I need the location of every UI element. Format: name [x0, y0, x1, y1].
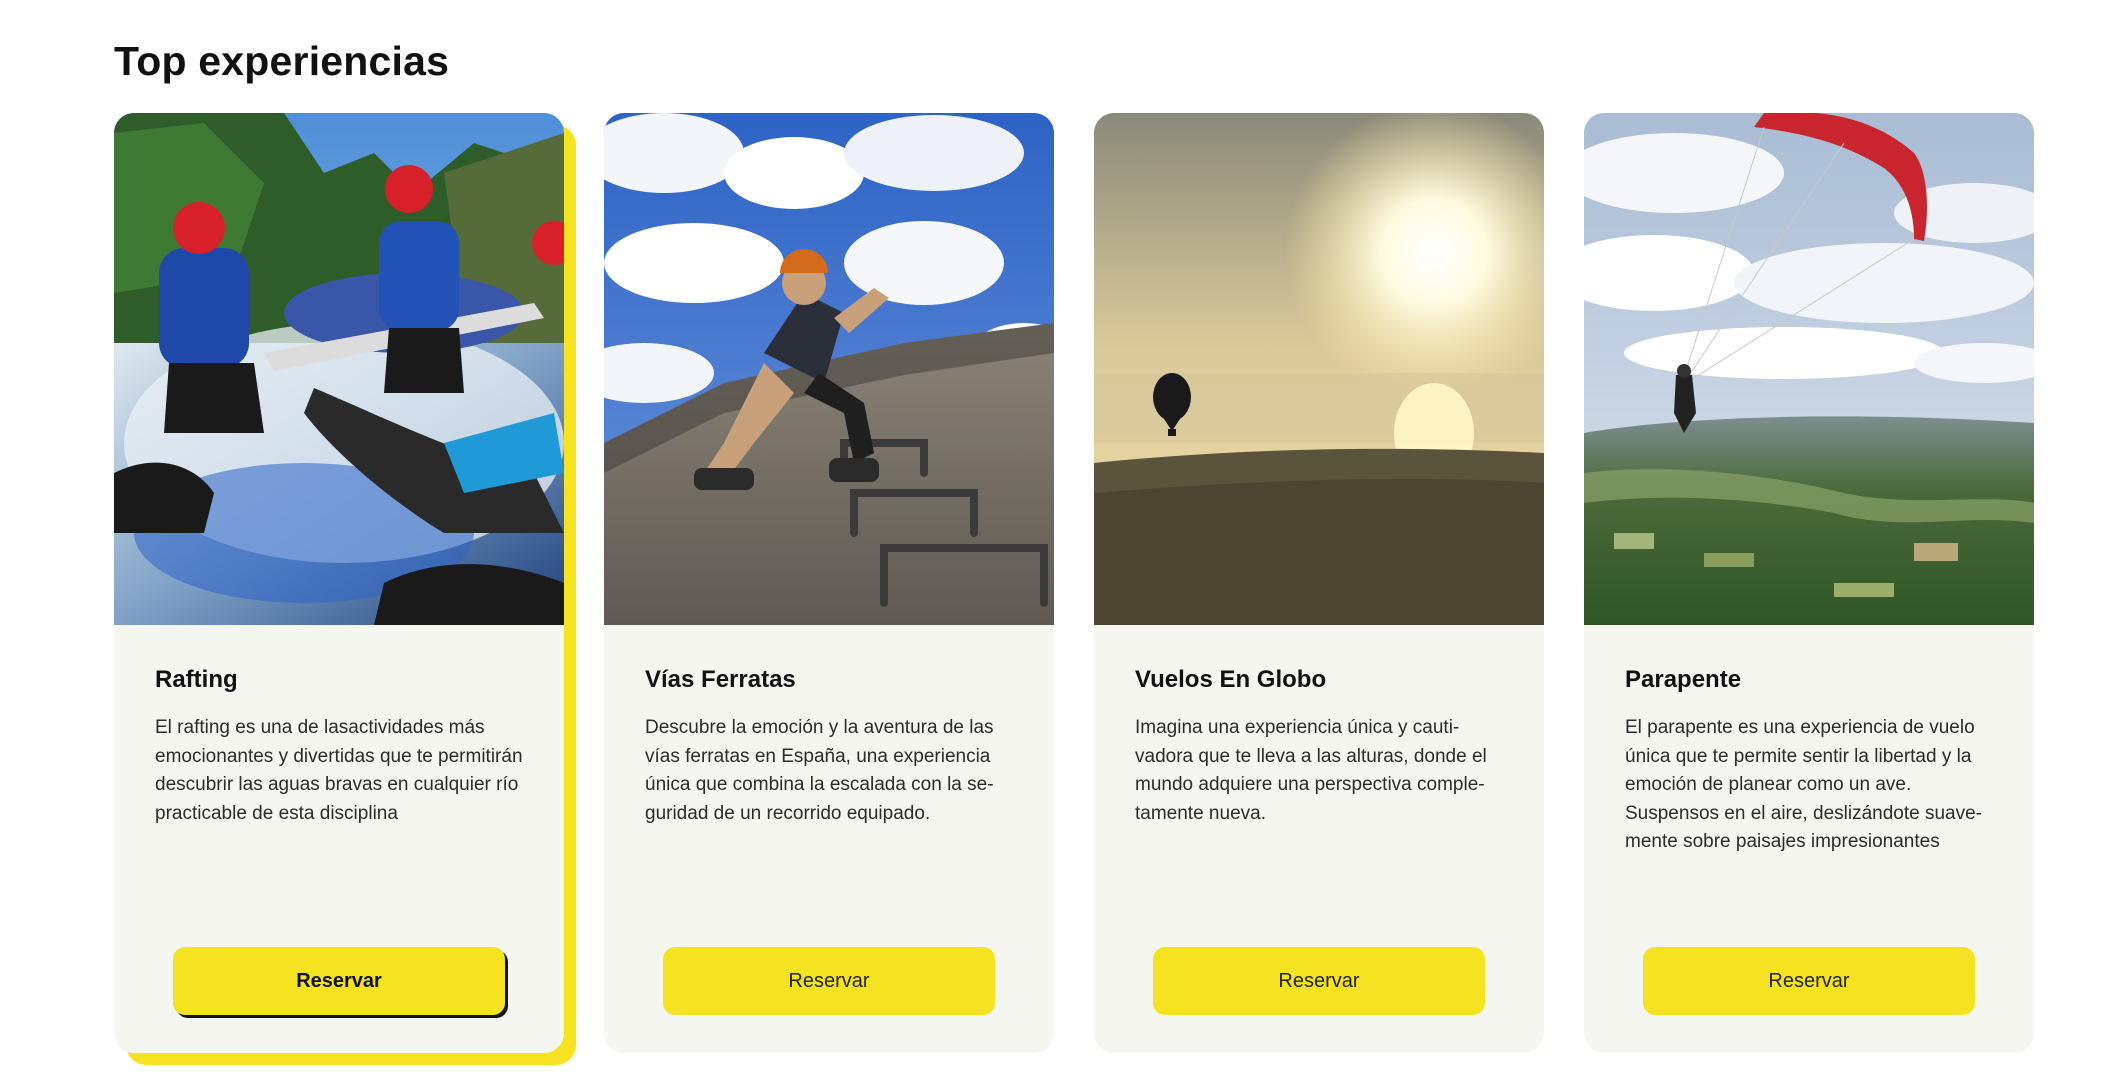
card-description: El rafting es una de lasactividades más … [155, 717, 523, 824]
via-ferrata-photo [604, 113, 1054, 625]
experience-card-parapente[interactable]: Parapente El parapente es una experienci… [1584, 113, 2034, 1053]
card-description: Imagina una experiencia única y cauti-va… [1135, 717, 1487, 824]
paragliding-photo [1584, 113, 2034, 625]
card-title: Vuelos En Globo [1135, 666, 1327, 693]
balloon-photo [1094, 113, 1544, 625]
rafting-photo [114, 113, 564, 625]
card-title: Rafting [155, 666, 238, 693]
experience-card-vias-ferratas[interactable]: Vías Ferratas Descubre la emoción y la a… [604, 113, 1054, 1053]
experience-card-rafting[interactable]: Rafting El rafting es una de lasactivida… [114, 113, 576, 1065]
reserve-button-parapente[interactable]: Reservar [1643, 947, 1975, 1015]
card-title: Vías Ferratas [645, 666, 796, 693]
reserve-button-vias-ferratas[interactable]: Reservar [663, 947, 995, 1015]
reserve-button-vuelos-en-globo[interactable]: Reservar [1153, 947, 1485, 1015]
experience-cards: Rafting El rafting es una de lasactivida… [114, 113, 2034, 1065]
experience-card-vuelos-en-globo[interactable]: Vuelos En Globo Imagina una experiencia … [1094, 113, 1544, 1053]
reserve-button-rafting[interactable]: Reservar [173, 947, 505, 1015]
card-title: Parapente [1625, 666, 1742, 693]
card-description: Descubre la emoción y la aventura de las… [645, 717, 994, 824]
card-description: El parapente es una experiencia de vuelo… [1625, 717, 1983, 852]
section-title: Top experiencias [114, 38, 450, 84]
